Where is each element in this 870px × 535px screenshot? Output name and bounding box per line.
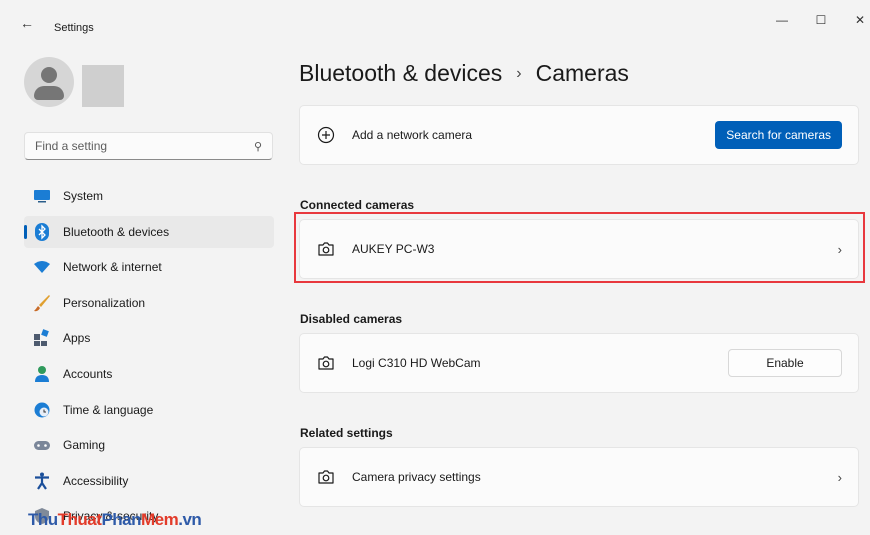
add-network-camera-label: Add a network camera (352, 128, 473, 142)
enable-button[interactable]: Enable (728, 349, 842, 377)
highlight-box (294, 212, 865, 283)
sidebar-item-label: Apps (63, 331, 91, 346)
chevron-right-icon: › (516, 64, 522, 82)
brush-icon (33, 294, 51, 312)
sidebar-item-label: Accessibility (63, 473, 129, 488)
breadcrumb: Bluetooth & devices › Cameras (299, 60, 629, 87)
sidebar-item-gaming[interactable]: Gaming (24, 429, 274, 461)
chevron-right-icon: › (837, 469, 842, 485)
add-circle-icon (316, 125, 336, 145)
sidebar-item-label: Time & language (63, 402, 154, 417)
sidebar-item-accessibility[interactable]: Accessibility (24, 465, 274, 497)
camera-icon (316, 353, 336, 373)
person-icon (33, 365, 51, 383)
search-box[interactable]: ⚲ (24, 132, 273, 160)
sidebar-item-label: Bluetooth & devices (63, 224, 170, 239)
search-input[interactable] (35, 139, 254, 153)
back-arrow-icon[interactable]: ← (20, 15, 34, 31)
camera-privacy-settings-row[interactable]: Camera privacy settings › (299, 447, 859, 507)
search-icon[interactable]: ⚲ (254, 140, 262, 153)
watermark-logo: ThuThuatPhanMem.vn (28, 510, 202, 529)
page-title: Cameras (535, 60, 629, 86)
gamepad-icon (33, 436, 51, 454)
camera-row-logi: Logi C310 HD WebCam Enable (299, 333, 859, 393)
sidebar-item-apps[interactable]: Apps (24, 322, 274, 354)
bluetooth-icon (33, 222, 51, 241)
sidebar-item-network[interactable]: Network & internet (24, 251, 274, 283)
minimize-button[interactable]: — (767, 8, 797, 32)
avatar-head-shape (41, 67, 57, 83)
sidebar-item-bluetooth[interactable]: Bluetooth & devices (24, 215, 274, 248)
sidebar-item-personalization[interactable]: Personalization (24, 287, 274, 319)
sidebar-item-accounts[interactable]: Accounts (24, 358, 274, 390)
sidebar-item-time-language[interactable]: Time & language (24, 394, 274, 426)
apps-icon (33, 329, 51, 347)
breadcrumb-parent[interactable]: Bluetooth & devices (299, 60, 502, 87)
close-button[interactable]: ✕ (845, 8, 870, 32)
sidebar-nav: System Bluetooth & devices Network & int… (24, 180, 274, 535)
add-network-camera-card: Add a network camera Search for cameras (299, 105, 859, 165)
connected-cameras-heading: Connected cameras (300, 198, 415, 212)
related-settings-heading: Related settings (300, 426, 393, 440)
sidebar-item-label: Accounts (63, 366, 113, 381)
maximize-button[interactable]: ☐ (806, 8, 836, 32)
user-info-placeholder (82, 65, 124, 107)
camera-name: Logi C310 HD WebCam (352, 356, 481, 370)
avatar-body-shape (34, 86, 64, 100)
sidebar-item-system[interactable]: System (24, 180, 274, 212)
disabled-cameras-heading: Disabled cameras (300, 312, 403, 326)
camera-icon (316, 467, 336, 487)
sidebar-item-label: Personalization (63, 295, 146, 310)
title-bar: ← Settings — ☐ ✕ (0, 0, 870, 40)
monitor-icon (33, 187, 51, 205)
avatar[interactable] (24, 57, 74, 107)
sidebar-item-label: Network & internet (63, 260, 162, 275)
camera-privacy-settings-label: Camera privacy settings (352, 470, 481, 484)
wifi-icon (33, 258, 51, 276)
sidebar-item-label: Gaming (63, 438, 106, 453)
app-title: Settings (54, 22, 94, 34)
search-for-cameras-button[interactable]: Search for cameras (715, 121, 842, 149)
accessibility-icon (33, 472, 51, 490)
globe-clock-icon (33, 401, 51, 419)
sidebar-item-label: System (63, 189, 104, 203)
